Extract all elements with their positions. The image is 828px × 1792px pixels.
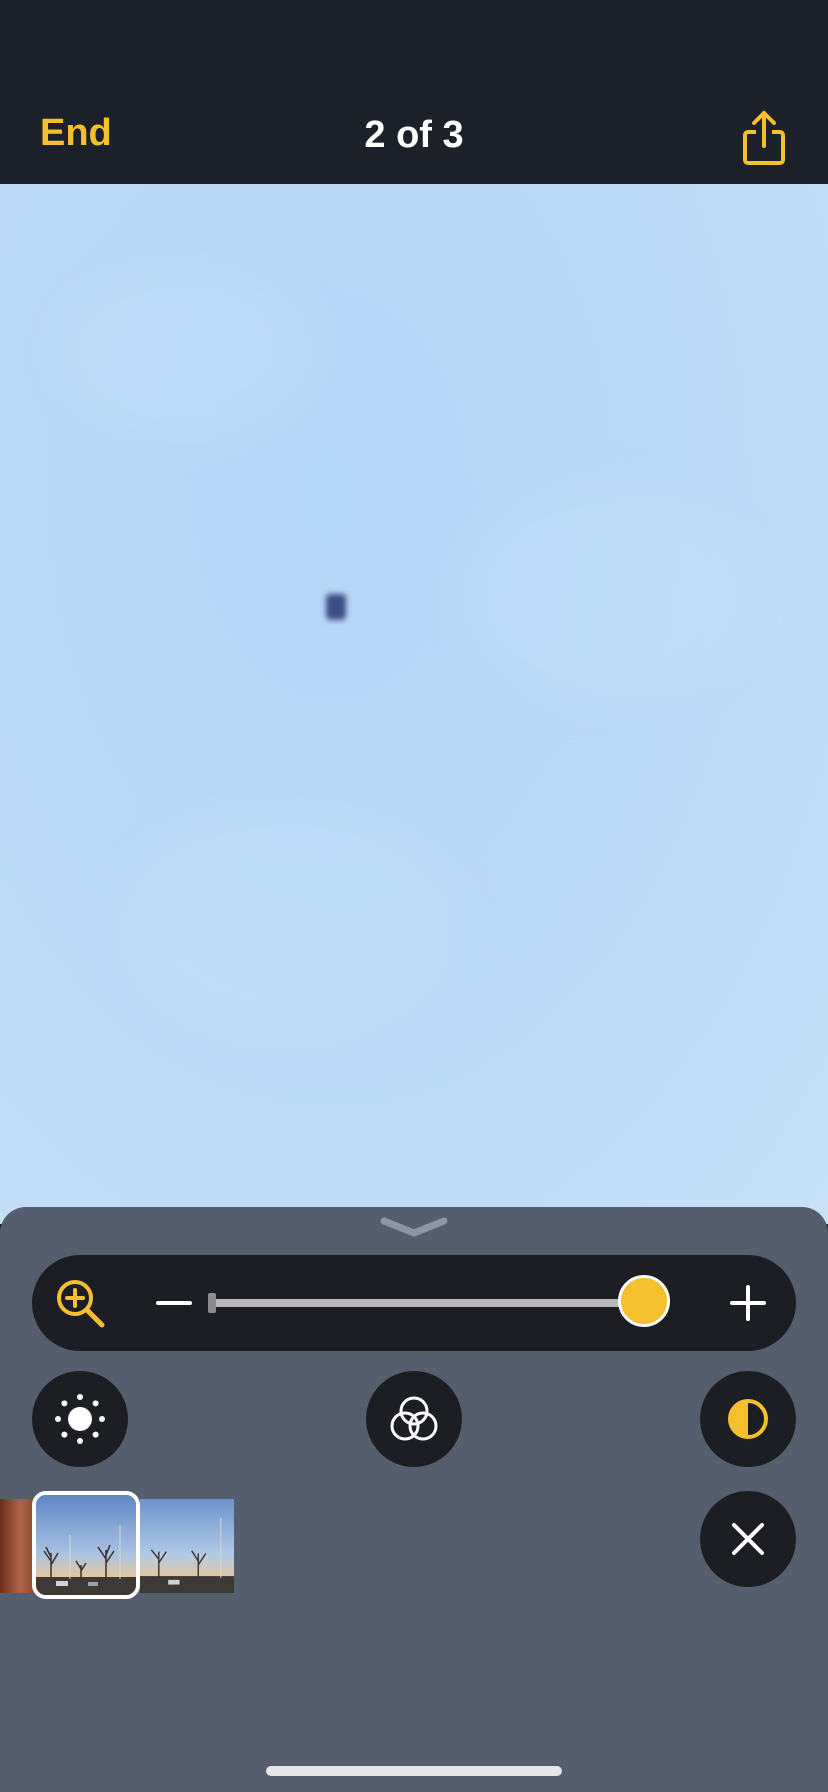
zoom-in-icon xyxy=(57,1280,105,1328)
sky-texture xyxy=(460,484,760,704)
chevron-down-icon xyxy=(380,1217,448,1237)
share-button[interactable] xyxy=(740,108,788,168)
color-filters-icon xyxy=(390,1396,438,1441)
top-navigation-bar: End 2 of 3 xyxy=(0,0,828,184)
zoom-control xyxy=(32,1255,796,1351)
thumbnail-strip xyxy=(0,1491,240,1599)
close-icon xyxy=(732,1523,764,1555)
thumbnail-previous[interactable] xyxy=(0,1499,34,1593)
thumbnail-next[interactable] xyxy=(140,1499,234,1593)
sun-brightness-icon xyxy=(55,1394,105,1444)
contrast-icon xyxy=(728,1399,768,1439)
plus-icon xyxy=(730,1285,766,1321)
page-counter: 2 of 3 xyxy=(364,114,464,156)
close-button[interactable] xyxy=(700,1491,796,1587)
zoom-slider-thumb[interactable] xyxy=(618,1275,670,1327)
zoom-slider-track[interactable] xyxy=(208,1293,644,1313)
thumbnail-image xyxy=(140,1499,234,1593)
zoom-slider-min-marker xyxy=(208,1293,216,1313)
zoom-slider-fill xyxy=(210,1299,644,1307)
share-icon xyxy=(743,111,785,165)
contrast-button[interactable] xyxy=(700,1371,796,1467)
magnifier-controls-panel xyxy=(0,1207,828,1792)
thumbnail-current[interactable] xyxy=(32,1491,140,1599)
color-filters-button[interactable] xyxy=(366,1371,462,1467)
sky-texture xyxy=(60,264,320,444)
zoom-out-button[interactable] xyxy=(152,1281,196,1325)
thumbnail-image xyxy=(36,1495,136,1595)
distant-object xyxy=(326,594,346,620)
sky-texture xyxy=(120,804,460,1044)
brightness-button[interactable] xyxy=(32,1371,128,1467)
home-indicator[interactable] xyxy=(266,1766,562,1776)
magnified-image-view[interactable] xyxy=(0,184,828,1224)
zoom-in-button[interactable] xyxy=(724,1279,772,1327)
minus-icon xyxy=(156,1301,192,1305)
collapse-panel-handle[interactable] xyxy=(378,1215,450,1239)
